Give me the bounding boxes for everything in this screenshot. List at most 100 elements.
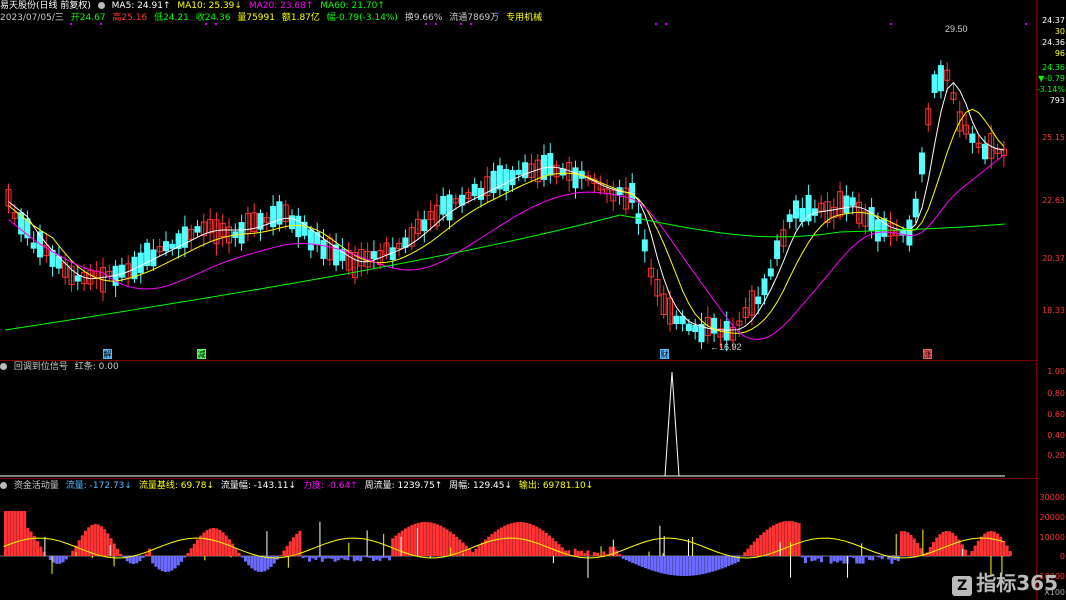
p3-output: 输出: 69781.10↓ xyxy=(518,481,594,491)
ma20-label: MA20: 23.68↑ xyxy=(248,1,314,11)
candle-body xyxy=(919,152,925,175)
flow-bar xyxy=(880,556,884,560)
flow-bar xyxy=(208,528,212,556)
flow-bar xyxy=(756,538,759,556)
candle-body xyxy=(503,168,510,192)
low-annotation: ←16.92 xyxy=(710,342,742,352)
settings-icon[interactable] xyxy=(97,2,105,9)
info-change: 幅-0.79(-3.14%) xyxy=(326,13,398,23)
flow-bar xyxy=(797,523,801,556)
info-low: 低24.21 xyxy=(154,13,189,23)
flow-bar xyxy=(292,537,295,556)
flow-bar xyxy=(794,522,798,556)
flow-bar xyxy=(941,532,945,556)
info-bar: 2023/07/05/三 开24.67 高25.16 低24.21 收24.36… xyxy=(0,12,546,24)
flow-bar xyxy=(343,556,347,560)
flow-bar xyxy=(727,556,731,567)
flow-bar xyxy=(298,530,302,556)
candle-body xyxy=(969,133,976,143)
axis-tick: 10000 xyxy=(1039,533,1065,542)
flow-bar xyxy=(772,525,775,556)
flow-bar xyxy=(138,556,142,562)
watermark: Z 指标365 xyxy=(952,567,1058,596)
flow-bar xyxy=(160,556,164,572)
flow-bar xyxy=(384,556,388,558)
p3-flow: 流量: -172.73↓ xyxy=(65,481,132,491)
flow-bar xyxy=(32,536,36,556)
flow-bar xyxy=(372,556,375,562)
axis-tick: 0.80 xyxy=(1047,389,1065,398)
flow-bar xyxy=(407,526,411,556)
axis-tick: 0.40 xyxy=(1047,431,1065,440)
flow-bar xyxy=(500,527,503,556)
info-high: 高25.16 xyxy=(112,13,148,23)
flow-bar xyxy=(362,556,366,557)
flow-bar xyxy=(816,556,820,559)
flow-bar xyxy=(1008,551,1012,556)
flow-bar xyxy=(186,553,190,556)
flow-bar xyxy=(852,556,855,558)
flow-bar xyxy=(288,541,292,556)
axis-tick: 20.37 xyxy=(1042,254,1065,263)
flow-bar xyxy=(148,548,151,556)
flow-bar xyxy=(967,555,971,556)
panel3-title: 资金活动量 xyxy=(13,481,59,491)
candle-body xyxy=(849,197,856,206)
flow-bar xyxy=(573,548,577,556)
signal-spike xyxy=(664,371,680,477)
flow-bar xyxy=(714,556,718,571)
candle-body xyxy=(906,219,913,246)
flow-bar xyxy=(381,556,385,559)
ma5-label: MA5: 24.91↑ xyxy=(111,1,171,11)
signal-dot xyxy=(665,23,667,25)
axis-tick: 18.33 xyxy=(1042,306,1065,315)
flow-bar xyxy=(653,556,657,572)
flow-bar xyxy=(631,556,635,563)
flow-bar xyxy=(250,556,254,569)
chart-canvas[interactable]: 29.50 ←16.92 解 减 财 涨 xyxy=(0,0,1036,600)
flow-bar xyxy=(861,556,865,564)
candle-body xyxy=(137,252,144,274)
candle-body xyxy=(295,215,302,238)
flow-bar xyxy=(311,556,315,559)
flow-bar xyxy=(103,529,107,556)
flow-bar xyxy=(893,556,897,560)
flow-bar xyxy=(202,532,206,556)
flow-bar xyxy=(685,556,689,576)
candle-body xyxy=(774,240,781,260)
axis-tick: 22.63 xyxy=(1042,196,1065,205)
flow-bar xyxy=(996,533,999,556)
flow-bar xyxy=(96,524,100,556)
flow-bar xyxy=(596,552,599,556)
flow-bar xyxy=(784,521,788,556)
axis-tick: 0 xyxy=(1059,552,1065,561)
flow-bar xyxy=(711,556,715,572)
flow-bar xyxy=(247,556,251,566)
flow-bar xyxy=(29,531,33,556)
flow-bar xyxy=(55,556,59,564)
flow-bar xyxy=(973,545,977,556)
flow-bar xyxy=(442,527,446,556)
flow-bar xyxy=(378,556,382,561)
flow-bar xyxy=(868,556,871,560)
ma5-line xyxy=(8,81,1004,331)
flow-bar xyxy=(496,529,500,556)
flow-bar xyxy=(692,556,695,576)
panel2-settings-icon[interactable] xyxy=(0,363,7,370)
axis-tick: 1.00 xyxy=(1047,367,1065,376)
flow-bar xyxy=(10,511,14,556)
candle-body xyxy=(559,168,566,176)
flow-bar xyxy=(551,538,555,556)
ma60-label: MA60: 21.70↑ xyxy=(320,1,385,11)
flow-bar xyxy=(935,537,939,556)
flow-bar xyxy=(13,511,17,556)
flow-bar xyxy=(388,556,391,561)
flow-bar xyxy=(375,556,379,560)
flow-bar xyxy=(1005,545,1009,556)
flow-bar xyxy=(804,556,807,564)
flow-bar xyxy=(554,541,558,556)
candle-body xyxy=(446,194,453,221)
panel3-settings-icon[interactable] xyxy=(0,482,7,489)
flow-bar xyxy=(832,556,836,562)
flow-bar xyxy=(903,531,907,556)
